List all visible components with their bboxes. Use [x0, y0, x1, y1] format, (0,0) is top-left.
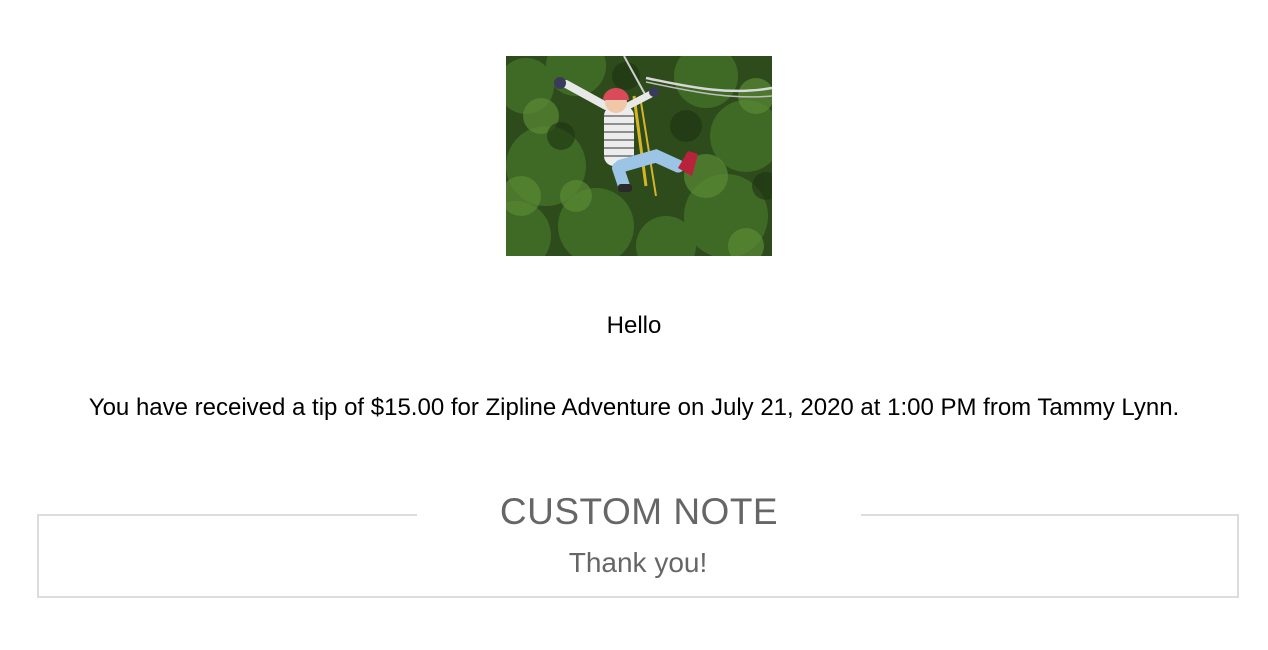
zipline-photo [506, 56, 772, 256]
tip-message: You have received a tip of $15.00 for Zi… [88, 394, 1180, 421]
email-body: Hello You have received a tip of $15.00 … [0, 0, 1268, 650]
greeting-text: Hello [606, 312, 662, 339]
custom-note-title: CUSTOM NOTE [417, 490, 861, 534]
custom-note-text: Thank you! [568, 547, 708, 578]
zipline-illustration [506, 56, 772, 256]
